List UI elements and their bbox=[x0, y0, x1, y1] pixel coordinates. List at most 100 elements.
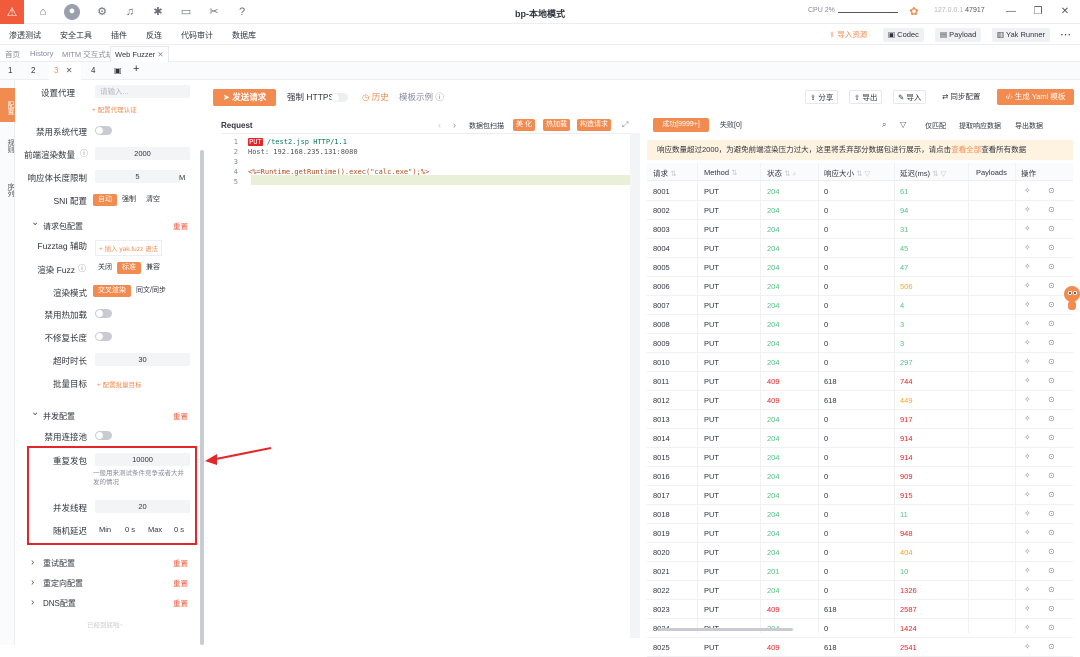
col-method[interactable]: Method ⇅ bbox=[704, 168, 737, 177]
reset-dns[interactable]: 重置 bbox=[173, 598, 188, 609]
batch-target-link[interactable]: + 配置批量目标 bbox=[97, 379, 142, 389]
goto-icon[interactable]: ⊙ bbox=[1048, 376, 1055, 385]
sni-force[interactable]: 强制 bbox=[117, 194, 141, 206]
render-mode-sync[interactable]: 同文/同步 bbox=[131, 285, 171, 297]
fuzz-icon[interactable]: ✧ bbox=[1024, 642, 1031, 651]
force-https-toggle[interactable] bbox=[331, 93, 348, 102]
fuzz-icon[interactable]: ✧ bbox=[1024, 376, 1031, 385]
goto-icon[interactable]: ⊙ bbox=[1048, 243, 1055, 252]
disable-sys-proxy-toggle[interactable] bbox=[95, 126, 112, 135]
fuzz-icon[interactable]: ✧ bbox=[1024, 547, 1031, 556]
terminal-icon[interactable]: ▭ bbox=[179, 5, 193, 19]
section-request[interactable]: 请求包配置 bbox=[31, 217, 83, 232]
request-editor[interactable]: 1 PUT /test2.jsp HTTP/1.1 2 Host: 192.16… bbox=[221, 133, 640, 638]
goto-icon[interactable]: ⊙ bbox=[1048, 547, 1055, 556]
menu-security-tools[interactable]: 安全工具 bbox=[60, 30, 92, 41]
goto-icon[interactable]: ⊙ bbox=[1048, 433, 1055, 442]
fuzz-icon[interactable]: ✧ bbox=[1024, 224, 1031, 233]
goto-icon[interactable]: ⊙ bbox=[1048, 528, 1055, 537]
menu-reverse[interactable]: 反连 bbox=[146, 30, 162, 41]
no-fix-length-toggle[interactable] bbox=[95, 332, 112, 341]
goto-icon[interactable]: ⊙ bbox=[1048, 623, 1055, 632]
sync-config-button[interactable]: ⇄ 同步配置 bbox=[938, 90, 985, 104]
goto-icon[interactable]: ⊙ bbox=[1048, 319, 1055, 328]
resp-limit-input[interactable]: 5 bbox=[95, 170, 180, 183]
menu-pentest[interactable]: 渗透测试 bbox=[9, 30, 41, 41]
goto-icon[interactable]: ⊙ bbox=[1048, 509, 1055, 518]
help-icon[interactable]: ? bbox=[235, 5, 249, 19]
col-payloads[interactable]: Payloads bbox=[976, 168, 1007, 177]
table-row[interactable]: 8005 PUT 204 0 47 ✧ ⊙ bbox=[647, 258, 1073, 277]
goto-icon[interactable]: ⊙ bbox=[1048, 300, 1055, 309]
table-row[interactable]: 8003 PUT 204 0 31 ✧ ⊙ bbox=[647, 220, 1073, 239]
goto-icon[interactable]: ⊙ bbox=[1048, 186, 1055, 195]
fuzz-icon[interactable]: ✧ bbox=[1024, 281, 1031, 290]
share-button[interactable]: ⇪ 分享 bbox=[805, 90, 839, 104]
config-scrollbar[interactable] bbox=[200, 150, 204, 645]
import-resource-button[interactable]: ⇪ 导入资源 bbox=[824, 28, 872, 42]
side-tab-config[interactable]: 配置 bbox=[0, 88, 15, 122]
col-request[interactable]: 请求 ⇅ bbox=[653, 168, 676, 179]
table-row[interactable]: 8006 PUT 204 0 506 ✧ ⊙ bbox=[647, 277, 1073, 296]
col-latency[interactable]: 延迟(ms) ⇅ ▽ bbox=[900, 168, 946, 179]
goto-icon[interactable]: ⊙ bbox=[1048, 338, 1055, 347]
reset-redirect[interactable]: 重置 bbox=[173, 578, 188, 589]
side-tab-rules[interactable]: 规则 bbox=[0, 128, 15, 158]
section-dns[interactable]: DNS配置 bbox=[31, 597, 76, 609]
disable-pool-toggle[interactable] bbox=[95, 431, 112, 440]
yakit-logo-icon[interactable]: ⚠ bbox=[0, 0, 24, 24]
send-request-button[interactable]: ➤ 发送请求 bbox=[213, 89, 276, 106]
fuzz-icon[interactable]: ✧ bbox=[1024, 357, 1031, 366]
success-tab[interactable]: 成功[9999+] bbox=[653, 118, 709, 132]
goto-icon[interactable]: ⊙ bbox=[1048, 281, 1055, 290]
payload-button[interactable]: ▤ Payload bbox=[935, 28, 982, 42]
goto-icon[interactable]: ⊙ bbox=[1048, 604, 1055, 613]
fail-tab[interactable]: 失败[0] bbox=[720, 120, 742, 130]
filter-icon[interactable]: ▽ bbox=[900, 120, 906, 129]
subtab-1[interactable]: 1 bbox=[8, 66, 12, 75]
goto-icon[interactable]: ⊙ bbox=[1048, 224, 1055, 233]
fuzz-icon[interactable]: ✧ bbox=[1024, 186, 1031, 195]
table-row[interactable]: 8016 PUT 204 0 909 ✧ ⊙ bbox=[647, 467, 1073, 486]
table-row[interactable]: 8019 PUT 204 0 948 ✧ ⊙ bbox=[647, 524, 1073, 543]
menu-plugins[interactable]: 插件 bbox=[111, 30, 127, 41]
table-row[interactable]: 8011 PUT 409 618 744 ✧ ⊙ bbox=[647, 372, 1073, 391]
fuzz-icon[interactable]: ✧ bbox=[1024, 490, 1031, 499]
table-row[interactable]: 8009 PUT 204 0 3 ✧ ⊙ bbox=[647, 334, 1073, 353]
user-icon[interactable]: ● bbox=[64, 4, 80, 20]
render-fuzz-compat[interactable]: 兼容 bbox=[141, 262, 165, 274]
table-row[interactable]: 8022 PUT 204 0 1326 ✧ ⊙ bbox=[647, 581, 1073, 600]
table-row[interactable]: 8004 PUT 204 0 45 ✧ ⊙ bbox=[647, 239, 1073, 258]
table-row[interactable]: 8023 PUT 409 618 2587 ✧ ⊙ bbox=[647, 600, 1073, 619]
table-hscrollbar[interactable] bbox=[658, 628, 793, 631]
render-fuzz-off[interactable]: 关闭 bbox=[93, 262, 117, 274]
yak-runner-button[interactable]: ▥ Yak Runner bbox=[992, 28, 1051, 42]
fuzz-icon[interactable]: ✧ bbox=[1024, 300, 1031, 309]
sni-auto[interactable]: 自动 bbox=[93, 194, 117, 206]
fuzz-icon[interactable]: ✧ bbox=[1024, 205, 1031, 214]
goto-icon[interactable]: ⊙ bbox=[1048, 566, 1055, 575]
table-row[interactable]: 8008 PUT 204 0 3 ✧ ⊙ bbox=[647, 315, 1073, 334]
next-icon[interactable]: › bbox=[453, 120, 456, 130]
bug-icon[interactable]: ✱ bbox=[151, 5, 165, 19]
fuzz-icon[interactable]: ✧ bbox=[1024, 433, 1031, 442]
subtab-4[interactable]: 4 bbox=[91, 66, 95, 75]
view-all-link[interactable]: 查看全部 bbox=[951, 145, 981, 154]
table-row[interactable]: 8010 PUT 204 0 297 ✧ ⊙ bbox=[647, 353, 1073, 372]
sni-clear[interactable]: 清空 bbox=[141, 194, 165, 206]
table-row[interactable]: 8015 PUT 204 0 914 ✧ ⊙ bbox=[647, 448, 1073, 467]
tools-icon[interactable]: ✂ bbox=[207, 5, 221, 19]
pre-render-input[interactable]: 2000 bbox=[95, 147, 190, 160]
section-redirect[interactable]: 重定向配置 bbox=[31, 577, 83, 589]
editor-scrollbar[interactable] bbox=[630, 133, 640, 638]
fuzz-icon[interactable]: ✧ bbox=[1024, 338, 1031, 347]
home-icon[interactable]: ⌂ bbox=[36, 5, 50, 19]
tab-history[interactable]: History bbox=[30, 49, 53, 58]
fuzz-icon[interactable]: ✧ bbox=[1024, 585, 1031, 594]
table-row[interactable]: 8012 PUT 409 618 449 ✧ ⊙ bbox=[647, 391, 1073, 410]
fuzz-icon[interactable]: ✧ bbox=[1024, 395, 1031, 404]
table-row[interactable]: 8014 PUT 204 0 914 ✧ ⊙ bbox=[647, 429, 1073, 448]
col-status[interactable]: 状态 ⇅ ⌕ bbox=[767, 168, 797, 179]
fuzz-icon[interactable]: ✧ bbox=[1024, 566, 1031, 575]
col-size[interactable]: 响应大小 ⇅ ▽ bbox=[824, 168, 870, 179]
